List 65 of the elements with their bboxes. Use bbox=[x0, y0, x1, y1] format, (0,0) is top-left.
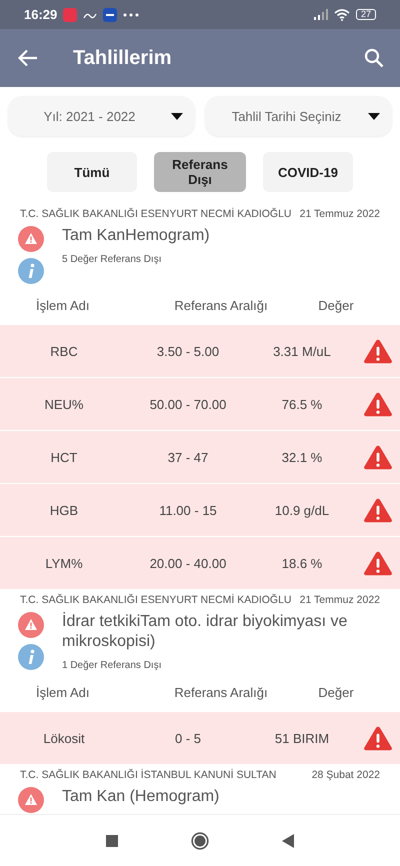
page-title: Tahlillerim bbox=[73, 46, 173, 70]
back-icon[interactable] bbox=[282, 834, 294, 848]
recents-icon[interactable] bbox=[106, 834, 118, 846]
warning-icon bbox=[18, 612, 44, 638]
search-button[interactable] bbox=[364, 48, 384, 68]
warning-icon bbox=[363, 338, 393, 364]
back-button[interactable] bbox=[18, 49, 38, 67]
table-cell: 76.5 % bbox=[282, 396, 322, 412]
caret-icon bbox=[171, 112, 183, 120]
table-cell: HGB bbox=[50, 502, 78, 518]
warning-icon bbox=[363, 444, 393, 470]
table-cell: 51 BIRIM bbox=[274, 730, 330, 746]
test-name: Tam Kan (Hemogram) bbox=[62, 787, 220, 807]
result-date: 21 Temmuz 2022 bbox=[300, 594, 380, 606]
column-header: İşlem Adı bbox=[36, 298, 90, 313]
table-cell: Lökosit bbox=[43, 730, 85, 746]
hospital-name: T.C. SAĞLIK BAKANLIĞI ESENYURT NECMİ KADIOĞLU bbox=[20, 208, 292, 220]
table-cell: 0 - 5 bbox=[174, 730, 201, 746]
filter-tab[interactable]: Referans Dışı bbox=[154, 152, 246, 192]
table-cell: 32.1 % bbox=[282, 450, 322, 464]
column-header: Değer bbox=[318, 685, 354, 700]
filter-dropdown[interactable]: Tahlil Tarihi Seçiniz bbox=[205, 96, 392, 136]
table-cell: 3.31 M/uL bbox=[273, 344, 331, 358]
filter-dropdown[interactable]: Yıl: 2021 - 2022 bbox=[8, 96, 195, 136]
battery-level: 27 bbox=[356, 9, 376, 20]
table-cell: 18.6 % bbox=[282, 556, 322, 570]
table-cell: NEU% bbox=[44, 396, 84, 412]
table-cell: 20.00 - 40.00 bbox=[150, 556, 226, 570]
table-cell: 10.9 g/dL bbox=[274, 502, 330, 518]
wifi-icon bbox=[334, 8, 350, 20]
out-of-range-summary: 5 Değer Referans Dışı bbox=[62, 254, 162, 265]
warning-icon bbox=[363, 724, 393, 752]
column-header: Değer bbox=[318, 298, 354, 313]
column-header: Referans Aralığı bbox=[174, 298, 268, 313]
signal-icon bbox=[314, 9, 328, 20]
result-date: 28 Şubat 2022 bbox=[312, 769, 380, 781]
table-cell: HCT bbox=[50, 450, 78, 464]
table-cell: 50.00 - 70.00 bbox=[150, 396, 226, 412]
more-icon bbox=[123, 12, 140, 16]
warning-icon bbox=[363, 496, 393, 524]
filter-tab[interactable]: COVID-19 bbox=[263, 152, 353, 192]
hospital-name: T.C. SAĞLIK BAKANLIĞI İSTANBUL KANUNİ SULTAN bbox=[20, 769, 276, 781]
warning-icon bbox=[363, 390, 393, 418]
test-name: Tam KanHemogram) bbox=[62, 226, 211, 246]
table-cell: 11.00 - 15 bbox=[159, 502, 217, 518]
notification-icon bbox=[103, 8, 118, 22]
table-cell: RBC bbox=[50, 344, 78, 358]
result-date: 21 Temmuz 2022 bbox=[300, 208, 380, 220]
column-header: Referans Aralığı bbox=[174, 685, 268, 700]
home-icon[interactable] bbox=[191, 832, 209, 850]
info-icon bbox=[18, 644, 44, 670]
status-time: 16:29 bbox=[24, 7, 58, 22]
notification-icon bbox=[63, 8, 78, 22]
info-icon bbox=[18, 258, 44, 284]
test-name: İdrar tetkikiTam oto. idrar biyokimyası ve mikroskopisi) bbox=[62, 611, 348, 652]
hospital-name: T.C. SAĞLIK BAKANLIĞI ESENYURT NECMİ KADIOĞLU bbox=[20, 594, 292, 606]
table-cell: 37 - 47 bbox=[168, 450, 208, 464]
column-header: İşlem Adı bbox=[36, 685, 90, 700]
out-of-range-summary: 1 Değer Referans Dışı bbox=[62, 660, 162, 671]
table-cell: 3.50 - 5.00 bbox=[156, 344, 220, 358]
filter-tab[interactable]: Tümü bbox=[47, 152, 137, 192]
warning-icon bbox=[18, 226, 44, 252]
caret-icon bbox=[368, 112, 380, 120]
table-cell: LYM% bbox=[45, 556, 83, 570]
warning-icon bbox=[363, 550, 393, 576]
